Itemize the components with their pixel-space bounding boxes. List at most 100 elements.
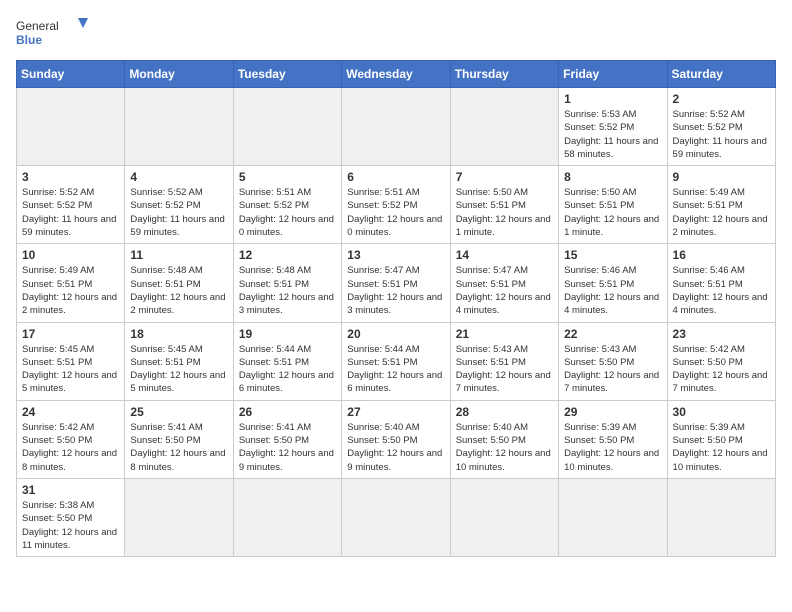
days-header-row: SundayMondayTuesdayWednesdayThursdayFrid… <box>17 61 776 88</box>
week-row-5: 24 Sunrise: 5:42 AM Sunset: 5:50 PM Dayli… <box>17 400 776 478</box>
calendar-cell: 5 Sunrise: 5:51 AM Sunset: 5:52 PM Daylig… <box>233 166 341 244</box>
week-row-4: 17 Sunrise: 5:45 AM Sunset: 5:51 PM Dayli… <box>17 322 776 400</box>
calendar-cell: 30 Sunrise: 5:39 AM Sunset: 5:50 PM Dayli… <box>667 400 775 478</box>
day-number: 15 <box>564 248 661 262</box>
day-info: Sunrise: 5:46 AM Sunset: 5:51 PM Dayligh… <box>564 264 661 317</box>
day-number: 26 <box>239 405 336 419</box>
day-number: 24 <box>22 405 119 419</box>
day-number: 7 <box>456 170 553 184</box>
calendar-cell: 7Sunrise: 5:50 AM Sunset: 5:51 PM Daylig… <box>450 166 558 244</box>
calendar-cell: 26 Sunrise: 5:41 AM Sunset: 5:50 PM Dayli… <box>233 400 341 478</box>
day-header-friday: Friday <box>559 61 667 88</box>
calendar-cell: 13 Sunrise: 5:47 AM Sunset: 5:51 PM Dayli… <box>342 244 450 322</box>
week-row-1: 1Sunrise: 5:53 AM Sunset: 5:52 PM Daylig… <box>17 88 776 166</box>
calendar-cell: 12Sunrise: 5:48 AM Sunset: 5:51 PM Dayli… <box>233 244 341 322</box>
day-info: Sunrise: 5:51 AM Sunset: 5:52 PM Dayligh… <box>239 186 336 239</box>
calendar-cell <box>342 88 450 166</box>
day-number: 22 <box>564 327 661 341</box>
day-header-sunday: Sunday <box>17 61 125 88</box>
day-info: Sunrise: 5:47 AM Sunset: 5:51 PM Dayligh… <box>456 264 553 317</box>
calendar-cell: 24 Sunrise: 5:42 AM Sunset: 5:50 PM Dayli… <box>17 400 125 478</box>
calendar-cell <box>125 478 233 556</box>
day-number: 10 <box>22 248 119 262</box>
calendar: SundayMondayTuesdayWednesdayThursdayFrid… <box>16 60 776 557</box>
day-info: Sunrise: 5:49 AM Sunset: 5:51 PM Dayligh… <box>673 186 770 239</box>
day-info: Sunrise: 5:52 AM Sunset: 5:52 PM Dayligh… <box>130 186 227 239</box>
day-number: 11 <box>130 248 227 262</box>
day-info: Sunrise: 5:49 AM Sunset: 5:51 PM Dayligh… <box>22 264 119 317</box>
header: General Blue <box>16 16 776 52</box>
day-info: Sunrise: 5:46 AM Sunset: 5:51 PM Dayligh… <box>673 264 770 317</box>
day-number: 23 <box>673 327 770 341</box>
day-number: 16 <box>673 248 770 262</box>
calendar-cell <box>233 88 341 166</box>
day-info: Sunrise: 5:45 AM Sunset: 5:51 PM Dayligh… <box>22 343 119 396</box>
week-row-3: 10 Sunrise: 5:49 AM Sunset: 5:51 PM Dayli… <box>17 244 776 322</box>
calendar-cell: 8Sunrise: 5:50 AM Sunset: 5:51 PM Daylig… <box>559 166 667 244</box>
day-header-saturday: Saturday <box>667 61 775 88</box>
day-number: 9 <box>673 170 770 184</box>
day-info: Sunrise: 5:48 AM Sunset: 5:51 PM Dayligh… <box>130 264 227 317</box>
day-number: 29 <box>564 405 661 419</box>
day-number: 27 <box>347 405 444 419</box>
day-info: Sunrise: 5:41 AM Sunset: 5:50 PM Dayligh… <box>239 421 336 474</box>
day-number: 4 <box>130 170 227 184</box>
day-number: 18 <box>130 327 227 341</box>
day-number: 17 <box>22 327 119 341</box>
day-info: Sunrise: 5:44 AM Sunset: 5:51 PM Dayligh… <box>347 343 444 396</box>
calendar-cell <box>450 88 558 166</box>
calendar-cell <box>125 88 233 166</box>
day-number: 2 <box>673 92 770 106</box>
calendar-cell: 19 Sunrise: 5:44 AM Sunset: 5:51 PM Dayli… <box>233 322 341 400</box>
calendar-cell: 18 Sunrise: 5:45 AM Sunset: 5:51 PM Dayli… <box>125 322 233 400</box>
calendar-cell <box>559 478 667 556</box>
day-info: Sunrise: 5:39 AM Sunset: 5:50 PM Dayligh… <box>564 421 661 474</box>
calendar-cell: 10 Sunrise: 5:49 AM Sunset: 5:51 PM Dayli… <box>17 244 125 322</box>
day-info: Sunrise: 5:51 AM Sunset: 5:52 PM Dayligh… <box>347 186 444 239</box>
day-info: Sunrise: 5:47 AM Sunset: 5:51 PM Dayligh… <box>347 264 444 317</box>
calendar-cell <box>667 478 775 556</box>
day-info: Sunrise: 5:44 AM Sunset: 5:51 PM Dayligh… <box>239 343 336 396</box>
calendar-cell: 3Sunrise: 5:52 AM Sunset: 5:52 PM Daylig… <box>17 166 125 244</box>
day-info: Sunrise: 5:45 AM Sunset: 5:51 PM Dayligh… <box>130 343 227 396</box>
calendar-cell: 29 Sunrise: 5:39 AM Sunset: 5:50 PM Dayli… <box>559 400 667 478</box>
calendar-cell: 11 Sunrise: 5:48 AM Sunset: 5:51 PM Dayli… <box>125 244 233 322</box>
calendar-cell: 31Sunrise: 5:38 AM Sunset: 5:50 PM Dayli… <box>17 478 125 556</box>
day-number: 30 <box>673 405 770 419</box>
day-number: 5 <box>239 170 336 184</box>
day-info: Sunrise: 5:52 AM Sunset: 5:52 PM Dayligh… <box>673 108 770 161</box>
day-info: Sunrise: 5:42 AM Sunset: 5:50 PM Dayligh… <box>22 421 119 474</box>
day-number: 19 <box>239 327 336 341</box>
calendar-cell: 28Sunrise: 5:40 AM Sunset: 5:50 PM Dayli… <box>450 400 558 478</box>
day-number: 14 <box>456 248 553 262</box>
day-info: Sunrise: 5:53 AM Sunset: 5:52 PM Dayligh… <box>564 108 661 161</box>
calendar-cell <box>17 88 125 166</box>
logo-svg: General Blue <box>16 16 96 52</box>
day-number: 25 <box>130 405 227 419</box>
day-info: Sunrise: 5:39 AM Sunset: 5:50 PM Dayligh… <box>673 421 770 474</box>
calendar-cell: 25Sunrise: 5:41 AM Sunset: 5:50 PM Dayli… <box>125 400 233 478</box>
calendar-cell: 16 Sunrise: 5:46 AM Sunset: 5:51 PM Dayli… <box>667 244 775 322</box>
day-info: Sunrise: 5:43 AM Sunset: 5:51 PM Dayligh… <box>456 343 553 396</box>
calendar-cell: 22Sunrise: 5:43 AM Sunset: 5:50 PM Dayli… <box>559 322 667 400</box>
calendar-cell: 1Sunrise: 5:53 AM Sunset: 5:52 PM Daylig… <box>559 88 667 166</box>
calendar-cell <box>233 478 341 556</box>
calendar-cell: 15 Sunrise: 5:46 AM Sunset: 5:51 PM Dayli… <box>559 244 667 322</box>
svg-text:Blue: Blue <box>16 33 42 47</box>
day-header-tuesday: Tuesday <box>233 61 341 88</box>
week-row-2: 3Sunrise: 5:52 AM Sunset: 5:52 PM Daylig… <box>17 166 776 244</box>
calendar-cell: 4 Sunrise: 5:52 AM Sunset: 5:52 PM Daylig… <box>125 166 233 244</box>
day-info: Sunrise: 5:40 AM Sunset: 5:50 PM Dayligh… <box>347 421 444 474</box>
day-number: 20 <box>347 327 444 341</box>
calendar-cell: 9 Sunrise: 5:49 AM Sunset: 5:51 PM Daylig… <box>667 166 775 244</box>
day-info: Sunrise: 5:48 AM Sunset: 5:51 PM Dayligh… <box>239 264 336 317</box>
calendar-cell: 23Sunrise: 5:42 AM Sunset: 5:50 PM Dayli… <box>667 322 775 400</box>
day-number: 28 <box>456 405 553 419</box>
logo: General Blue <box>16 16 96 52</box>
calendar-cell <box>342 478 450 556</box>
calendar-cell: 27 Sunrise: 5:40 AM Sunset: 5:50 PM Dayli… <box>342 400 450 478</box>
day-info: Sunrise: 5:52 AM Sunset: 5:52 PM Dayligh… <box>22 186 119 239</box>
day-number: 8 <box>564 170 661 184</box>
day-number: 13 <box>347 248 444 262</box>
day-number: 21 <box>456 327 553 341</box>
